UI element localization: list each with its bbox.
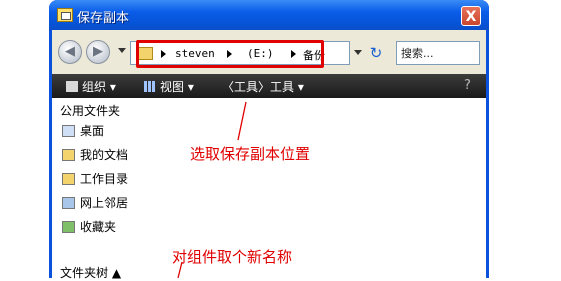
annotation-new-name: 对组件取个新名称 bbox=[172, 248, 293, 266]
annotation-line-location bbox=[237, 101, 247, 141]
annotation-select-location: 选取保存副本位置 bbox=[190, 145, 311, 163]
annotation-lines bbox=[177, 101, 247, 278]
